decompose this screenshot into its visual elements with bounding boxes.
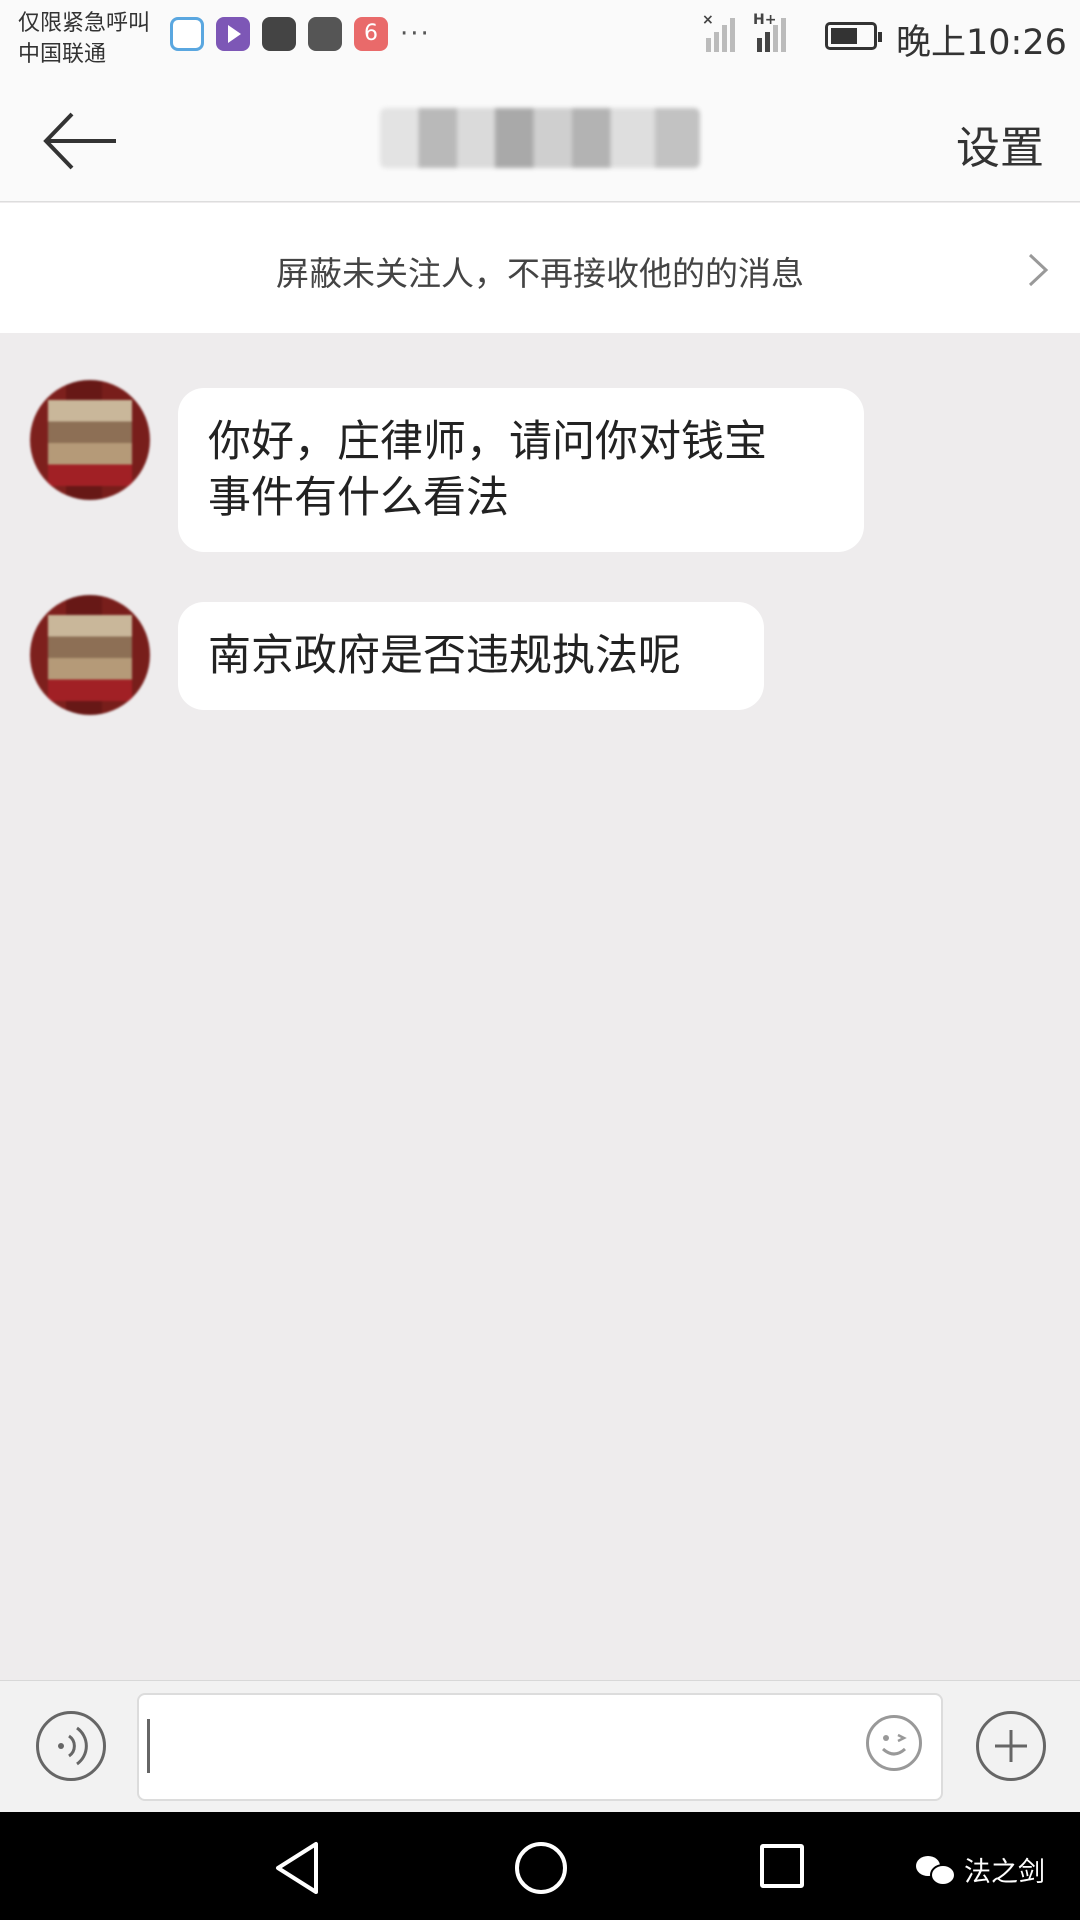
- chevron-right-icon: [1028, 253, 1049, 287]
- chat-header: 设置: [0, 78, 1080, 202]
- emoji-icon: [881, 1733, 907, 1756]
- battery-icon: [825, 22, 882, 50]
- block-strangers-notice[interactable]: 屏蔽未关注人，不再接收他的的消息: [0, 203, 1080, 333]
- watermark: 法之剑: [916, 1850, 1045, 1889]
- baidu-paw-icon: [308, 17, 342, 51]
- hand-stop-icon: [262, 17, 296, 51]
- message-bubble[interactable]: 你好，庄律师，请问你对钱宝 事件有什么看法: [178, 388, 864, 552]
- contact-name-blurred: [380, 108, 700, 168]
- carrier-name: 中国联通: [18, 42, 107, 67]
- plus-icon: [995, 1730, 1027, 1762]
- qq-icon: [170, 17, 204, 51]
- emoji-button[interactable]: [866, 1715, 922, 1771]
- notice-text: 屏蔽未关注人，不再接收他的的消息: [276, 254, 804, 293]
- settings-button[interactable]: 设置: [956, 112, 1044, 176]
- text-caret: [147, 1719, 150, 1773]
- back-button[interactable]: [40, 106, 120, 176]
- nav-back-button[interactable]: [272, 1840, 322, 1896]
- emergency-calls-only: 仅限紧急呼叫: [18, 11, 151, 36]
- navigation-bar: 法之剑: [0, 1812, 1080, 1920]
- message-text: 事件有什么看法: [208, 473, 509, 523]
- wechat-icon: [916, 1854, 956, 1886]
- carrier-info: 仅限紧急呼叫 中国联通: [18, 8, 150, 70]
- notification-icons: 6 ···: [170, 17, 431, 51]
- video-app-icon: [216, 17, 250, 51]
- status-bar: 仅限紧急呼叫 中国联通 6 ··· × H+ 晚上10:26: [0, 0, 1080, 78]
- message-input[interactable]: [137, 1693, 943, 1801]
- voice-icon: [58, 1726, 88, 1766]
- more-actions-button[interactable]: [976, 1711, 1046, 1781]
- more-notifications-icon: ···: [400, 19, 431, 49]
- status-time: 晚上10:26: [896, 23, 1067, 63]
- avatar[interactable]: [30, 380, 150, 500]
- input-bar: [0, 1680, 1080, 1812]
- watermark-text: 法之剑: [964, 1857, 1045, 1888]
- signal-sim1-icon: ×: [702, 12, 743, 52]
- chat-screen: 仅限紧急呼叫 中国联通 6 ··· × H+ 晚上10:26 设置 屏蔽未关注人…: [0, 0, 1080, 1920]
- weibo-icon: 6: [354, 17, 388, 51]
- message-text: 南京政府是否违规执法呢: [208, 631, 681, 681]
- nav-home-button[interactable]: [515, 1842, 567, 1894]
- nav-recents-button[interactable]: [760, 1844, 804, 1888]
- arrow-left-icon: [43, 112, 116, 170]
- signal-sim2-icon: H+: [753, 12, 794, 52]
- message-text: 你好，庄律师，请问你对钱宝: [208, 417, 767, 467]
- signal-area: × H+: [702, 12, 794, 52]
- avatar[interactable]: [30, 595, 150, 715]
- voice-button[interactable]: [36, 1711, 106, 1781]
- message-bubble[interactable]: 南京政府是否违规执法呢: [178, 602, 764, 710]
- network-type: H+: [753, 12, 777, 28]
